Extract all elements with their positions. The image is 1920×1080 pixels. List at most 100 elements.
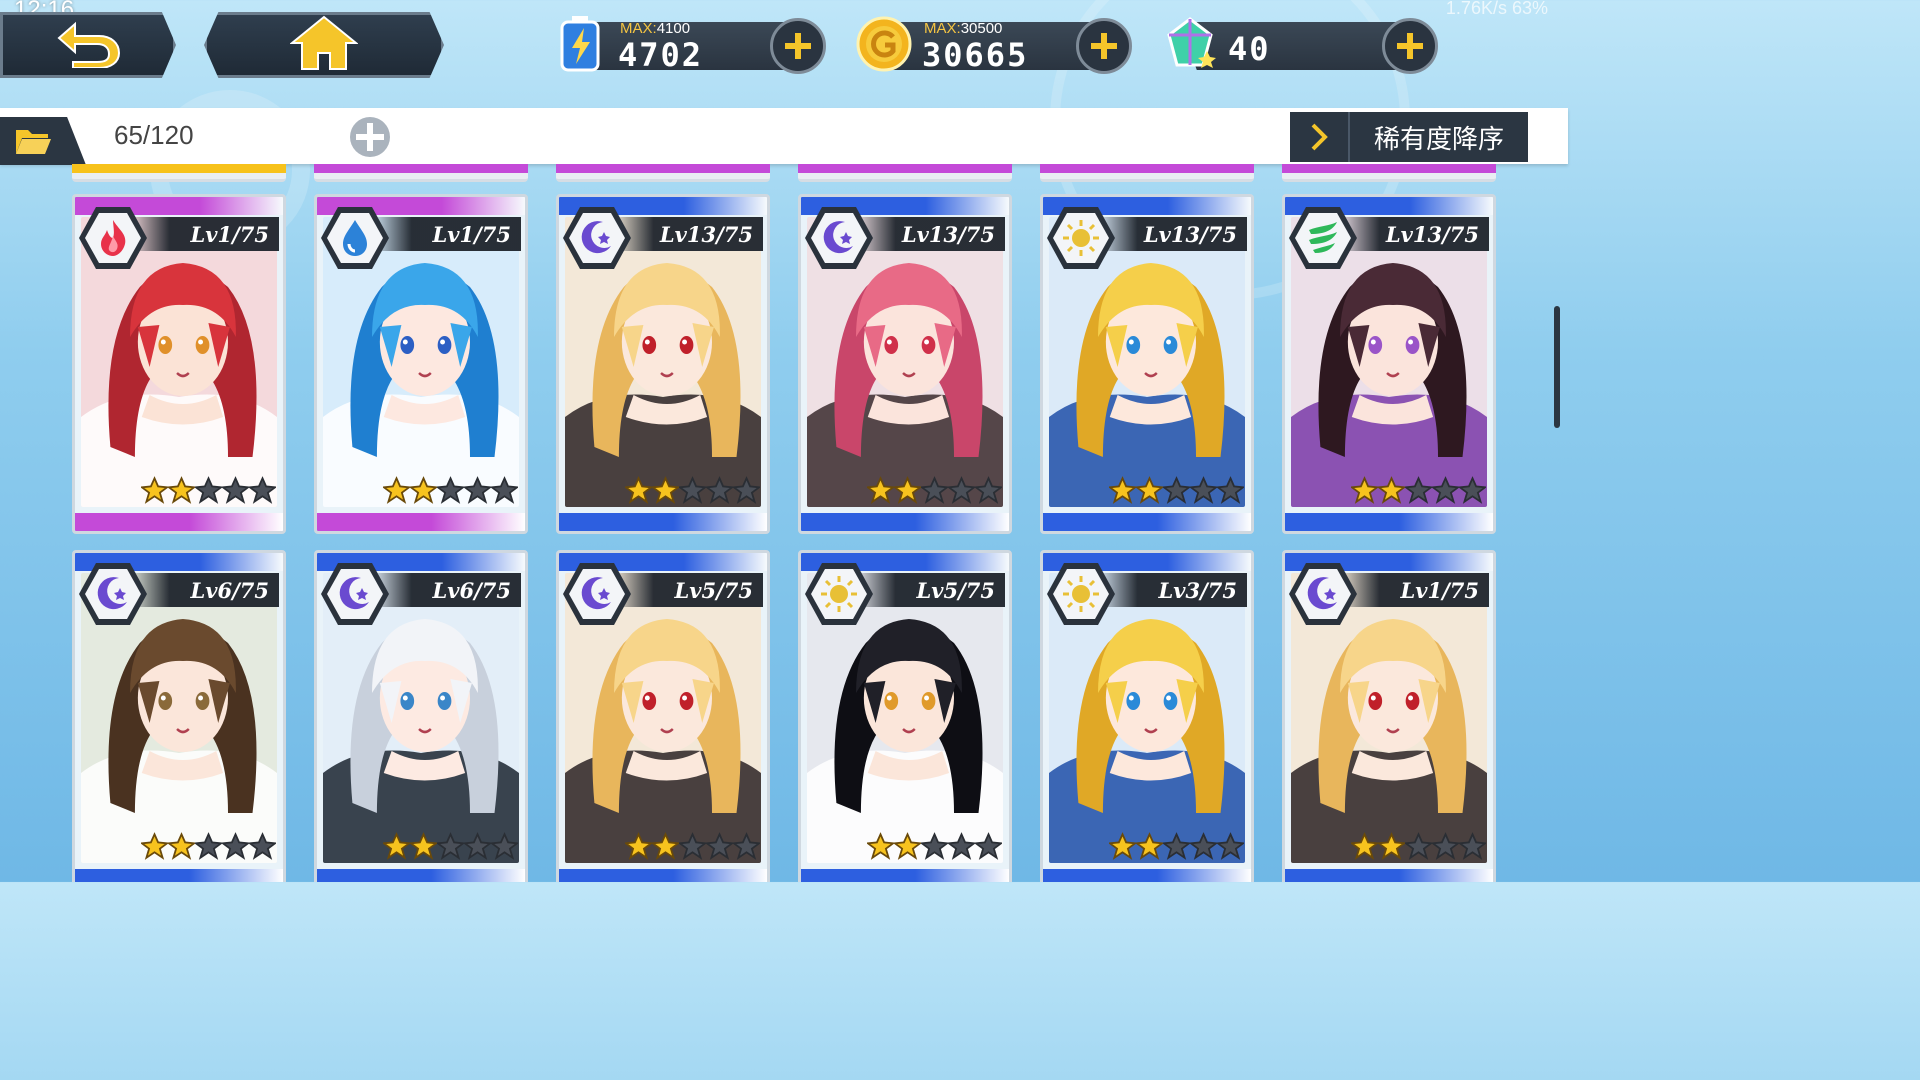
star-empty-icon xyxy=(679,476,706,504)
star-empty-icon xyxy=(195,476,222,504)
rarity-band xyxy=(1043,869,1251,882)
star-filled-icon xyxy=(383,832,410,860)
star-filled-icon xyxy=(625,476,652,504)
star-empty-icon xyxy=(222,832,249,860)
folder-icon xyxy=(16,130,51,154)
star-empty-icon xyxy=(249,476,276,504)
star-filled-icon xyxy=(625,832,652,860)
star-empty-icon xyxy=(464,832,491,860)
star-filled-icon xyxy=(894,476,921,504)
card-peek[interactable] xyxy=(1040,164,1254,182)
star-empty-icon xyxy=(1405,832,1432,860)
star-filled-icon xyxy=(1109,832,1136,860)
star-filled-icon xyxy=(867,832,894,860)
character-card[interactable]: Lv13/75 xyxy=(798,194,1012,534)
star-empty-icon xyxy=(195,832,222,860)
level-label: Lv6/75 xyxy=(375,573,521,607)
gold-add-button[interactable] xyxy=(1076,18,1132,74)
rarity-band xyxy=(75,513,283,531)
star-empty-icon xyxy=(491,832,518,860)
character-card[interactable]: Lv5/75 xyxy=(556,550,770,882)
card-peek[interactable] xyxy=(72,164,286,182)
gold-max-label: MAX: xyxy=(924,20,961,37)
star-filled-icon xyxy=(410,832,437,860)
star-rating xyxy=(383,831,518,867)
inventory-count: 65/120 xyxy=(114,120,194,150)
star-rating xyxy=(1351,475,1486,511)
star-empty-icon xyxy=(1459,476,1486,504)
star-filled-icon xyxy=(383,476,410,504)
scrollbar[interactable] xyxy=(1554,306,1560,428)
star-filled-icon xyxy=(141,832,168,860)
character-card[interactable]: Lv13/75 xyxy=(556,194,770,534)
character-card[interactable]: Lv1/75 xyxy=(72,194,286,534)
character-card[interactable]: Lv1/75 xyxy=(1282,550,1496,882)
back-button[interactable] xyxy=(0,12,176,78)
star-rating xyxy=(141,475,276,511)
level-label: Lv1/75 xyxy=(133,217,279,251)
character-card[interactable]: Lv6/75 xyxy=(314,550,528,882)
character-card[interactable]: Lv13/75 xyxy=(1282,194,1496,534)
character-card[interactable]: Lv5/75 xyxy=(798,550,1012,882)
rarity-band xyxy=(75,869,283,882)
star-empty-icon xyxy=(733,832,760,860)
card-peek[interactable] xyxy=(1282,164,1496,182)
crystal-resource: 40 xyxy=(1158,17,1438,74)
rarity-band xyxy=(1285,869,1493,882)
energy-max-label: MAX: xyxy=(620,20,657,37)
star-empty-icon xyxy=(679,832,706,860)
star-empty-icon xyxy=(464,476,491,504)
card-grid: Lv1/75 Lv1/75 Lv13/75 Lv13/75 Lv13/75 Lv13/75… xyxy=(72,164,1498,882)
level-label: Lv13/75 xyxy=(1343,217,1489,251)
star-empty-icon xyxy=(921,832,948,860)
energy-max-value: 4100 xyxy=(656,20,691,37)
crystal-gem-icon xyxy=(1158,12,1222,76)
rarity-band xyxy=(801,869,1009,882)
character-card[interactable]: Lv6/75 xyxy=(72,550,286,882)
character-card[interactable]: Lv13/75 xyxy=(1040,194,1254,534)
rarity-band xyxy=(317,869,525,882)
rarity-band xyxy=(559,513,767,531)
star-empty-icon xyxy=(706,476,733,504)
star-empty-icon xyxy=(437,476,464,504)
energy-value: 4702 xyxy=(618,36,704,74)
star-filled-icon xyxy=(141,476,168,504)
home-button[interactable] xyxy=(204,12,444,78)
expand-inventory-button[interactable] xyxy=(346,114,394,160)
character-card[interactable]: Lv1/75 xyxy=(314,194,528,534)
rarity-band xyxy=(1285,513,1493,531)
plus-icon xyxy=(785,33,811,59)
rarity-band xyxy=(559,869,767,882)
star-empty-icon xyxy=(1190,832,1217,860)
star-empty-icon xyxy=(491,476,518,504)
star-filled-icon xyxy=(894,832,921,860)
star-rating xyxy=(625,831,760,867)
rarity-band xyxy=(317,513,525,531)
gold-max-value: 30500 xyxy=(960,20,1003,37)
card-peek[interactable] xyxy=(314,164,528,182)
star-rating xyxy=(141,831,276,867)
star-rating xyxy=(867,475,1002,511)
star-empty-icon xyxy=(1432,832,1459,860)
star-empty-icon xyxy=(1190,476,1217,504)
plus-icon xyxy=(1397,33,1423,59)
rarity-band xyxy=(1043,513,1251,531)
star-rating xyxy=(383,475,518,511)
level-label: Lv13/75 xyxy=(1101,217,1247,251)
status-network: 1.76K/s 63% xyxy=(1445,0,1548,18)
crystal-value: 40 xyxy=(1228,30,1271,68)
card-peek[interactable] xyxy=(556,164,770,182)
star-empty-icon xyxy=(975,832,1002,860)
character-card[interactable]: Lv3/75 xyxy=(1040,550,1254,882)
gold-value: 30665 xyxy=(922,36,1029,74)
star-empty-icon xyxy=(948,476,975,504)
level-label: Lv5/75 xyxy=(617,573,763,607)
star-filled-icon xyxy=(1378,476,1405,504)
star-filled-icon xyxy=(867,476,894,504)
card-peek[interactable] xyxy=(798,164,1012,182)
sort-button[interactable]: 稀有度降序 xyxy=(1290,112,1528,162)
energy-add-button[interactable] xyxy=(770,18,826,74)
star-empty-icon xyxy=(222,476,249,504)
star-filled-icon xyxy=(1351,832,1378,860)
crystal-add-button[interactable] xyxy=(1382,18,1438,74)
